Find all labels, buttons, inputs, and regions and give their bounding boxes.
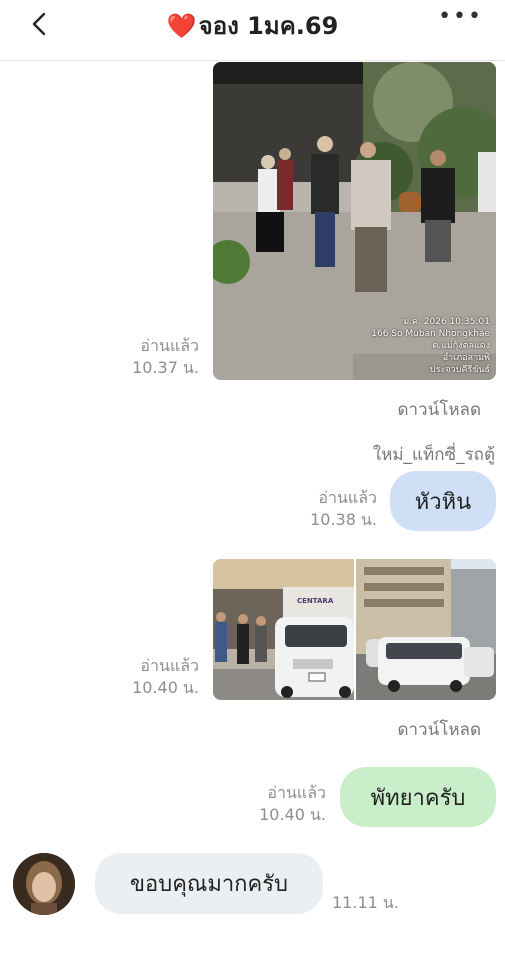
photo-van-hotel[interactable]: CENTARA <box>213 559 354 700</box>
read-receipt-photo1: อ่านแล้ว 10.37 น. <box>132 335 199 379</box>
timestamp: 10.40 น. <box>132 678 199 697</box>
photo-van-street[interactable] <box>356 559 496 700</box>
stamp-line: อำเภอสามพิ <box>442 353 490 363</box>
timestamp: 10.40 น. <box>259 805 326 824</box>
stamp-line: ประจวบคีรีขันธ์ <box>429 365 490 375</box>
download-link-photo2[interactable]: ดาวน์โหลด <box>397 716 481 743</box>
message-bubble-thanks[interactable]: ขอบคุณมากครับ <box>95 853 323 914</box>
read-receipt-photo2: อ่านแล้ว 10.40 น. <box>132 655 199 699</box>
read-label: อ่านแล้ว <box>267 783 326 802</box>
message-text: พัทยาครับ <box>370 785 466 811</box>
timestamp: 10.38 น. <box>310 510 377 529</box>
chat-title: ❤️จอง 1มค.69 <box>0 6 505 45</box>
sender-label: ใหม่_แท็กซี่_รถตู้ <box>372 445 495 465</box>
contact-avatar[interactable] <box>13 853 75 915</box>
timestamp-thanks: 11.11 น. <box>332 893 399 912</box>
photo-image <box>356 559 496 700</box>
read-label: อ่านแล้ว <box>318 488 377 507</box>
read-receipt-huahin: อ่านแล้ว 10.38 น. <box>310 487 377 531</box>
stamp-line: ม.ค. 2026 10:35:01 <box>403 317 490 327</box>
stamp-line: 166 So Muban Nhongkhae <box>371 329 490 339</box>
photo-group-tour[interactable]: ม.ค. 2026 10:35:01 166 So Muban Nhongkha… <box>213 62 496 380</box>
read-receipt-pattaya: อ่านแล้ว 10.40 น. <box>259 782 326 826</box>
hotel-sign: CENTARA <box>297 597 334 605</box>
photo-image <box>213 559 354 700</box>
chat-title-text: จอง 1มค.69 <box>198 12 339 40</box>
download-link-photo1[interactable]: ดาวน์โหลด <box>397 396 481 423</box>
more-dots-icon[interactable]: ••• <box>438 4 483 29</box>
avatar-image <box>13 853 75 915</box>
message-text: ขอบคุณมากครับ <box>129 872 289 897</box>
timestamp: 10.37 น. <box>132 358 199 377</box>
read-label: อ่านแล้ว <box>140 656 199 675</box>
stamp-line: ต.แม่กุ้งตลแดง <box>432 341 490 351</box>
read-label: อ่านแล้ว <box>140 336 199 355</box>
heart-icon: ❤️ <box>166 12 197 40</box>
chat-header: ❤️จอง 1มค.69 ••• <box>0 0 505 61</box>
message-bubble-pattaya[interactable]: พัทยาครับ <box>340 767 496 827</box>
message-bubble-huahin[interactable]: หัวหิน <box>390 471 496 531</box>
photo-timestamp-overlay: ม.ค. 2026 10:35:01 166 So Muban Nhongkha… <box>371 316 490 376</box>
message-text: หัวหิน <box>414 489 472 515</box>
